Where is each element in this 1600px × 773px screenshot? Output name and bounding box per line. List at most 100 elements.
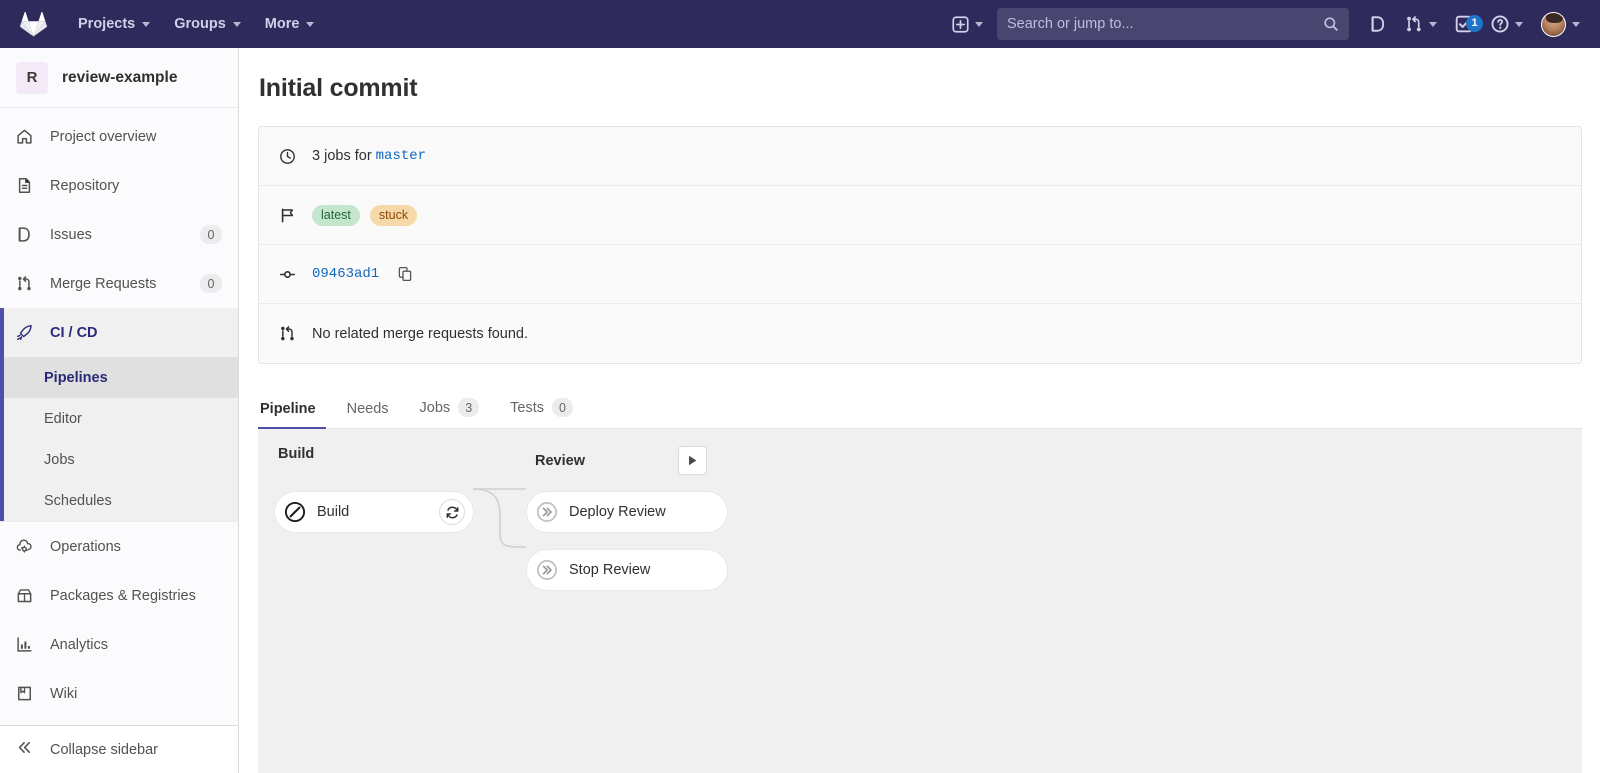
- question-circle-icon: [1491, 15, 1509, 33]
- run-manual-jobs-button[interactable]: [678, 446, 707, 475]
- pipeline-job-deploy-review[interactable]: Deploy Review: [526, 491, 728, 533]
- sidebar-item-label: Issues: [50, 227, 183, 243]
- sidebar-item-issues[interactable]: Issues 0: [0, 210, 238, 259]
- sidebar-item-project-overview[interactable]: Project overview: [0, 112, 238, 161]
- tab-label: Tests: [510, 400, 544, 416]
- tab-jobs[interactable]: Jobs 3: [418, 390, 490, 428]
- create-new-button[interactable]: [944, 8, 991, 41]
- pipeline-job-build[interactable]: Build: [274, 491, 474, 533]
- search-input[interactable]: [1007, 16, 1323, 32]
- status-badge-latest[interactable]: latest: [312, 205, 360, 226]
- nav-link-more[interactable]: More: [253, 9, 327, 39]
- todos-button[interactable]: 1: [1447, 7, 1481, 41]
- sidebar-item-merge-requests[interactable]: Merge Requests 0: [0, 259, 238, 308]
- pipeline-merge-requests-row: No related merge requests found.: [259, 304, 1581, 363]
- search-input-wrapper[interactable]: [997, 8, 1349, 40]
- sidebar-subitem-editor[interactable]: Editor: [0, 398, 238, 439]
- pipeline-info-card: 3 jobs for master latest stuck: [258, 126, 1582, 364]
- tab-count-badge: 0: [552, 398, 573, 417]
- stage-name: Review: [535, 453, 585, 469]
- nav-link-projects-label: Projects: [78, 16, 135, 32]
- help-button[interactable]: [1483, 7, 1531, 41]
- tab-tests[interactable]: Tests 0: [508, 390, 583, 428]
- project-sidebar: R review-example Project overview Reposi…: [0, 48, 239, 773]
- avatar: [1541, 12, 1566, 37]
- sidebar-item-packages-registries[interactable]: Packages & Registries: [0, 571, 238, 620]
- stage-name: Build: [278, 446, 314, 462]
- collapse-sidebar-button[interactable]: Collapse sidebar: [0, 725, 238, 773]
- sidebar-subitem-pipelines[interactable]: Pipelines: [0, 357, 238, 398]
- sidebar-subitem-label: Pipelines: [44, 370, 108, 386]
- home-icon: [16, 128, 33, 145]
- pipeline-graph: Build Review Build: [258, 429, 1582, 773]
- issues-button[interactable]: [1361, 7, 1395, 41]
- sidebar-item-repository[interactable]: Repository: [0, 161, 238, 210]
- pipeline-connectors: [258, 429, 1582, 773]
- book-icon: [16, 685, 33, 702]
- chevron-down-icon: [1572, 22, 1580, 27]
- job-name: Build: [317, 504, 422, 520]
- chevron-down-icon: [1429, 22, 1437, 27]
- project-name: review-example: [62, 69, 177, 87]
- chevron-down-icon: [233, 22, 241, 27]
- tab-needs[interactable]: Needs: [345, 393, 399, 428]
- tab-pipeline[interactable]: Pipeline: [258, 393, 326, 428]
- collapse-sidebar-label: Collapse sidebar: [50, 742, 158, 758]
- nav-link-projects[interactable]: Projects: [66, 9, 162, 39]
- pipeline-badges-row: latest stuck: [259, 186, 1581, 245]
- issues-icon: [1369, 15, 1387, 33]
- no-merge-requests-text: No related merge requests found.: [312, 326, 528, 342]
- retry-icon[interactable]: [439, 499, 465, 525]
- flag-icon: [279, 207, 296, 224]
- sidebar-subitem-schedules[interactable]: Schedules: [0, 480, 238, 521]
- clock-icon: [279, 148, 296, 165]
- tab-label: Pipeline: [260, 401, 316, 417]
- sidebar-item-label: Repository: [50, 178, 222, 194]
- sidebar-item-label: Project overview: [50, 129, 222, 145]
- sidebar-subitem-label: Editor: [44, 411, 82, 427]
- sidebar-item-wiki[interactable]: Wiki: [0, 669, 238, 718]
- page-title: Initial commit: [239, 48, 1600, 103]
- stage-header-build: Build: [278, 446, 314, 462]
- gitlab-tanuki-logo[interactable]: [0, 0, 56, 48]
- job-name: Stop Review: [569, 562, 719, 578]
- sidebar-subitem-label: Schedules: [44, 493, 112, 509]
- todos-count-badge: 1: [1466, 15, 1483, 32]
- sidebar-item-operations[interactable]: Operations: [0, 522, 238, 571]
- sidebar-item-count: 0: [200, 225, 222, 244]
- user-menu-button[interactable]: [1533, 4, 1588, 45]
- merge-request-icon: [16, 275, 33, 292]
- pipeline-commit-row: 09463ad1: [259, 245, 1581, 304]
- nav-link-more-label: More: [265, 16, 300, 32]
- sidebar-subitem-label: Jobs: [44, 452, 75, 468]
- sidebar-subitem-jobs[interactable]: Jobs: [0, 439, 238, 480]
- issues-icon: [16, 226, 33, 243]
- commit-sha-link[interactable]: 09463ad1: [312, 266, 379, 282]
- job-name: Deploy Review: [569, 504, 719, 520]
- merge-request-icon: [279, 325, 296, 342]
- sidebar-item-label: Wiki: [50, 686, 222, 702]
- package-icon: [16, 587, 33, 604]
- chevron-down-icon: [975, 22, 983, 27]
- copy-to-clipboard-icon[interactable]: [395, 264, 415, 284]
- pipeline-job-stop-review[interactable]: Stop Review: [526, 549, 728, 591]
- pipeline-branch-link[interactable]: master: [376, 148, 426, 164]
- merge-request-icon: [1405, 15, 1423, 33]
- nav-link-groups-label: Groups: [174, 16, 226, 32]
- sidebar-item-ci-cd[interactable]: CI / CD: [0, 308, 238, 357]
- sidebar-item-analytics[interactable]: Analytics: [0, 620, 238, 669]
- sidebar-project-header[interactable]: R review-example: [0, 48, 238, 108]
- sidebar-item-label: Merge Requests: [50, 276, 183, 292]
- nav-link-groups[interactable]: Groups: [162, 9, 253, 39]
- document-icon: [16, 177, 33, 194]
- sidebar-submenu-ci-cd: Pipelines Editor Jobs Schedules: [0, 357, 238, 521]
- status-manual-icon: [536, 501, 558, 523]
- sidebar-item-label: Analytics: [50, 637, 222, 653]
- sidebar-item-label: CI / CD: [50, 325, 222, 341]
- tab-count-badge: 3: [458, 398, 479, 417]
- pipeline-tabs: Pipeline Needs Jobs 3 Tests 0: [258, 390, 1582, 429]
- merge-requests-button[interactable]: [1397, 7, 1445, 41]
- status-badge-stuck[interactable]: stuck: [370, 205, 417, 226]
- sidebar-item-count: 0: [200, 274, 222, 293]
- sidebar-menu: Project overview Repository Issues 0: [0, 108, 238, 718]
